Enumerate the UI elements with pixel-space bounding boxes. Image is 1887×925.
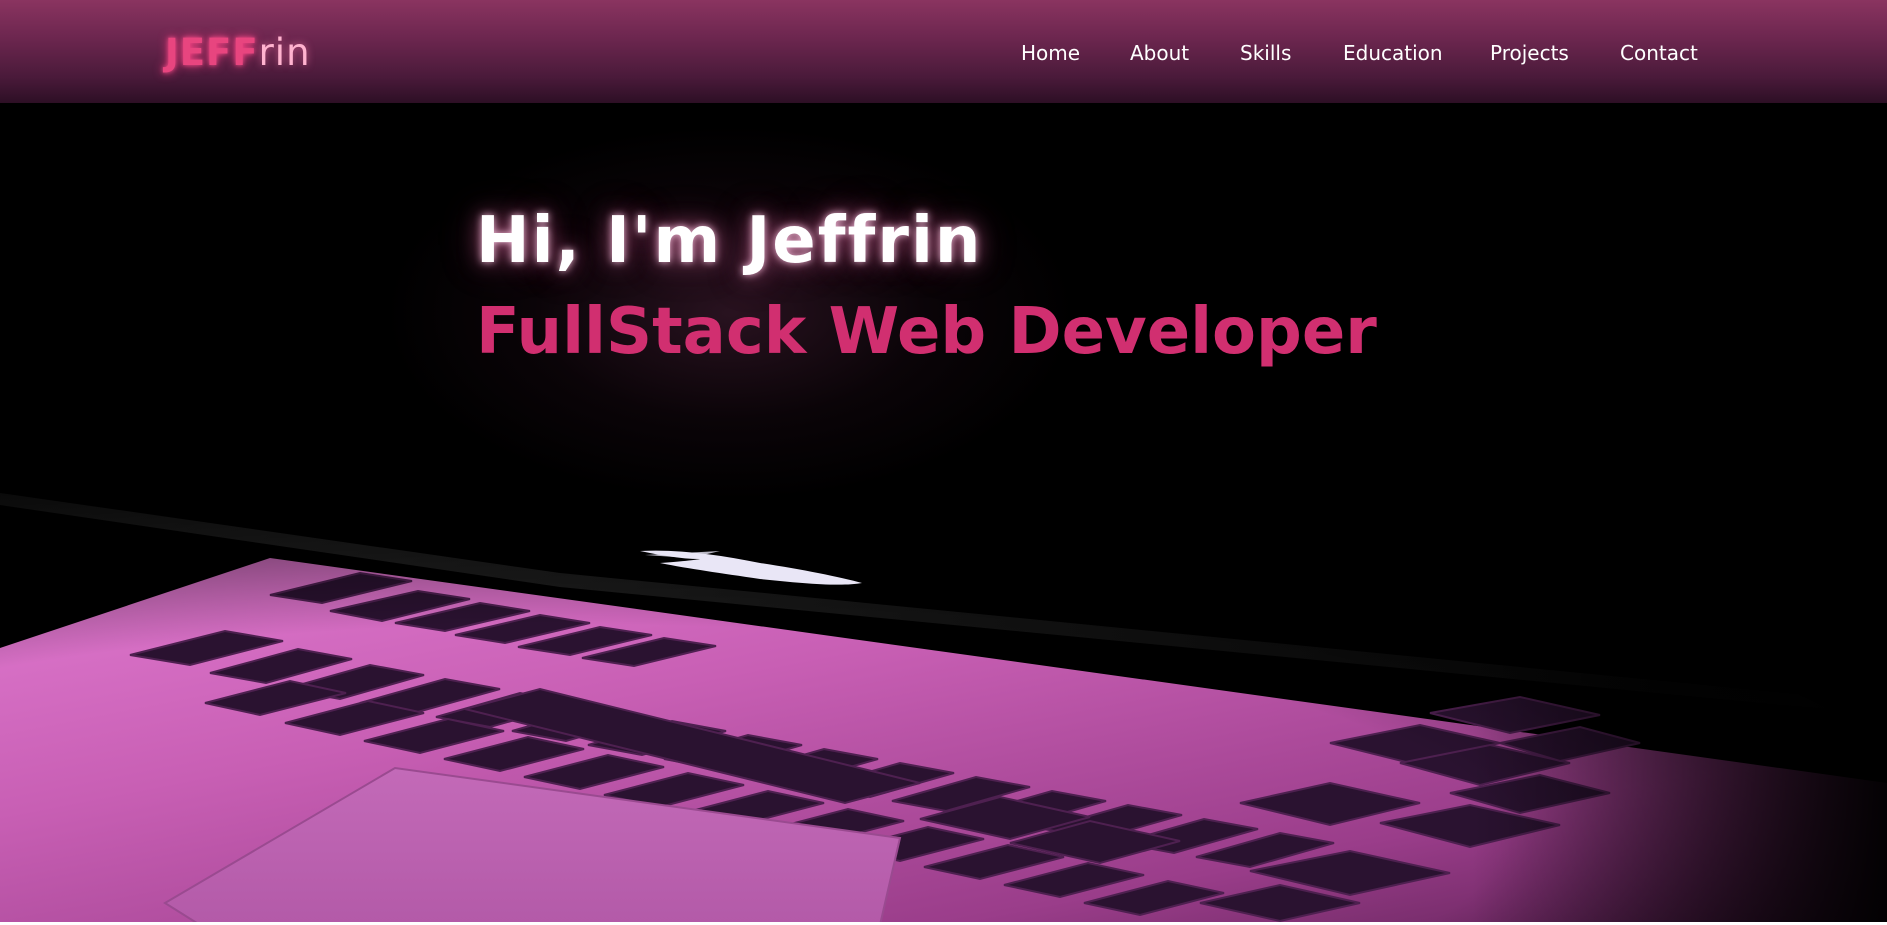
nav-link-about[interactable]: About bbox=[1130, 40, 1189, 66]
hero-section: Hi, I'm Jeffrin FullStack Web Developer bbox=[0, 103, 1887, 925]
nav-link-projects[interactable]: Projects bbox=[1490, 40, 1569, 66]
page: JEFFrin Home About Skills Education Proj… bbox=[0, 0, 1887, 925]
nav-link-skills[interactable]: Skills bbox=[1240, 40, 1291, 66]
nav-link-education[interactable]: Education bbox=[1343, 40, 1443, 66]
site-logo[interactable]: JEFFrin bbox=[165, 31, 311, 75]
hero-role: FullStack Web Developer bbox=[476, 295, 1377, 369]
hero-greeting: Hi, I'm Jeffrin bbox=[476, 204, 983, 278]
logo-text-secondary: rin bbox=[258, 31, 311, 74]
nav-link-contact[interactable]: Contact bbox=[1620, 40, 1698, 66]
navbar: JEFFrin Home About Skills Education Proj… bbox=[0, 0, 1887, 103]
nav-link-home[interactable]: Home bbox=[1021, 40, 1080, 66]
logo-text-primary: JEFF bbox=[165, 31, 259, 74]
